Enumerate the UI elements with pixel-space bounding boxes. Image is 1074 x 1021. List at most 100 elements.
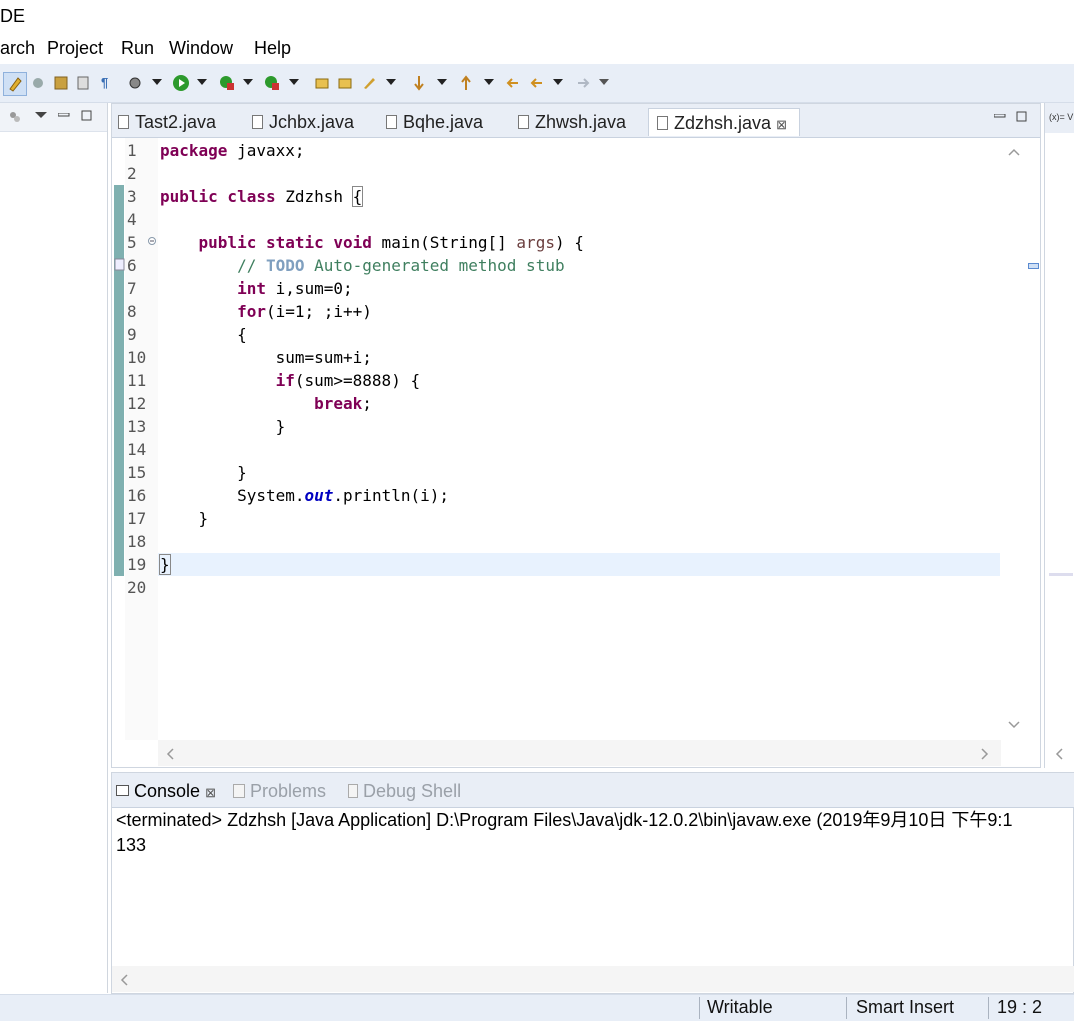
scroll-left-icon[interactable]	[120, 974, 128, 986]
back-dropdown-icon[interactable]	[553, 79, 563, 87]
console-tab-bar: Console ⊠ Problems Debug Shell	[112, 773, 1074, 808]
menu-help[interactable]: Help	[254, 38, 291, 59]
line-number: 1	[127, 141, 137, 160]
last-edit-icon[interactable]	[504, 75, 522, 91]
debug-shell-icon	[348, 784, 358, 798]
open-type-icon[interactable]	[337, 75, 353, 91]
scroll-right-icon[interactable]	[981, 748, 989, 760]
menu-run[interactable]: Run	[121, 38, 154, 59]
code-text: javaxx;	[227, 141, 305, 160]
tab-jchbx[interactable]: Jchbx.java	[252, 108, 354, 136]
scroll-up-icon[interactable]	[1008, 148, 1020, 156]
next-annotation-dropdown-icon[interactable]	[437, 79, 447, 87]
console-horizontal-scrollbar[interactable]	[112, 966, 1074, 992]
panel-divider	[1049, 573, 1073, 576]
code-text: (i=1; ;i++)	[265, 302, 372, 321]
editor-maximize-icon[interactable]	[1016, 111, 1028, 123]
overview-ruler-marker[interactable]	[1028, 263, 1039, 269]
save-icon[interactable]	[53, 75, 69, 91]
java-file-icon	[657, 116, 668, 130]
new-project-icon[interactable]	[314, 75, 330, 91]
close-tab-icon[interactable]: ⊠	[776, 117, 787, 132]
line-number: 10	[127, 348, 147, 367]
previous-annotation-dropdown-icon[interactable]	[484, 79, 494, 87]
editor-minimize-icon[interactable]	[994, 114, 1006, 118]
matching-brace: {	[351, 186, 364, 207]
menu-project[interactable]: Project	[47, 38, 103, 59]
editor-horizontal-scrollbar[interactable]	[158, 740, 1001, 766]
line-number: 16	[127, 486, 147, 505]
editor-vertical-scrollbar[interactable]	[1001, 138, 1039, 740]
task-marker-icon[interactable]	[114, 258, 125, 272]
tab-label: Jchbx.java	[269, 112, 355, 132]
tab-zdzhsh[interactable]: Zdzhsh.java ⊠	[648, 108, 800, 136]
code-text: i,sum=0;	[265, 279, 353, 298]
menu-search[interactable]: arch	[0, 38, 35, 59]
scroll-down-icon[interactable]	[1008, 721, 1020, 729]
fold-toggle-icon[interactable]	[148, 237, 157, 246]
scroll-left-icon[interactable]	[1055, 748, 1063, 760]
code-line: {	[160, 325, 247, 344]
code-text: ) {	[554, 233, 584, 252]
close-tab-icon[interactable]: ⊠	[205, 785, 216, 800]
variables-tab[interactable]: (x)= V	[1049, 112, 1073, 122]
forward-icon[interactable]	[574, 75, 592, 91]
line-number: 14	[127, 440, 147, 459]
next-annotation-icon[interactable]	[411, 74, 427, 92]
quick-diff-bar	[114, 185, 124, 576]
code-text: (sum>=8888) {	[294, 371, 421, 390]
console-output[interactable]: 133	[116, 833, 146, 857]
code-keyword: for	[237, 302, 266, 321]
line-number: 18	[127, 532, 147, 551]
status-separator	[699, 997, 700, 1019]
paragraph-icon[interactable]: ¶	[101, 76, 108, 90]
tab-label: Problems	[250, 781, 327, 801]
search-dropdown-icon[interactable]	[386, 79, 396, 87]
run-icon[interactable]	[172, 74, 190, 92]
code-parameter: args	[516, 233, 555, 252]
back-icon[interactable]	[528, 75, 546, 91]
search-icon[interactable]	[361, 75, 377, 91]
minimize-icon[interactable]	[58, 113, 70, 117]
tab-tast2[interactable]: Tast2.java	[118, 108, 216, 136]
maximize-icon[interactable]	[81, 110, 93, 122]
tab-debug-shell[interactable]: Debug Shell	[348, 779, 461, 803]
line-number: 15	[127, 463, 147, 482]
debug-dropdown-icon[interactable]	[152, 79, 162, 87]
coverage-icon[interactable]	[218, 74, 236, 92]
tab-console[interactable]: Console ⊠	[116, 779, 216, 805]
package-explorer-header	[0, 103, 107, 132]
line-number: 13	[127, 417, 147, 436]
print-icon[interactable]	[75, 75, 91, 91]
forward-dropdown-icon[interactable]	[599, 79, 609, 87]
main-toolbar: ¶	[0, 64, 1074, 103]
variables-panel-header: (x)= V	[1045, 103, 1074, 133]
debug-icon[interactable]	[127, 75, 143, 91]
code-editor[interactable]	[158, 138, 1000, 740]
code-text: main(String[]	[371, 233, 517, 252]
code-line: public static void main(String[] args) {	[160, 231, 584, 254]
scroll-left-icon[interactable]	[166, 748, 174, 760]
coverage-dropdown-icon[interactable]	[243, 79, 253, 87]
tab-problems[interactable]: Problems	[233, 779, 326, 803]
status-writable: Writable	[707, 997, 773, 1017]
code-line: }	[160, 509, 209, 528]
run-dropdown-icon[interactable]	[197, 79, 207, 87]
tab-zhwsh[interactable]: Zhwsh.java	[518, 108, 626, 136]
collapse-all-icon[interactable]	[8, 110, 22, 124]
code-keyword: break	[314, 394, 363, 413]
view-menu-icon[interactable]	[35, 112, 47, 120]
code-keyword: int	[237, 279, 266, 298]
previous-annotation-icon[interactable]	[458, 74, 474, 92]
code-text: System.	[237, 486, 305, 505]
code-line: sum=sum+i;	[160, 348, 372, 367]
tab-bqhe[interactable]: Bqhe.java	[386, 108, 483, 136]
java-file-icon	[518, 115, 529, 129]
build-icon[interactable]	[31, 76, 45, 90]
external-tools-icon[interactable]	[263, 74, 281, 92]
external-tools-dropdown-icon[interactable]	[289, 79, 299, 87]
edit-pen-icon[interactable]	[3, 72, 27, 96]
menu-window[interactable]: Window	[169, 38, 233, 59]
